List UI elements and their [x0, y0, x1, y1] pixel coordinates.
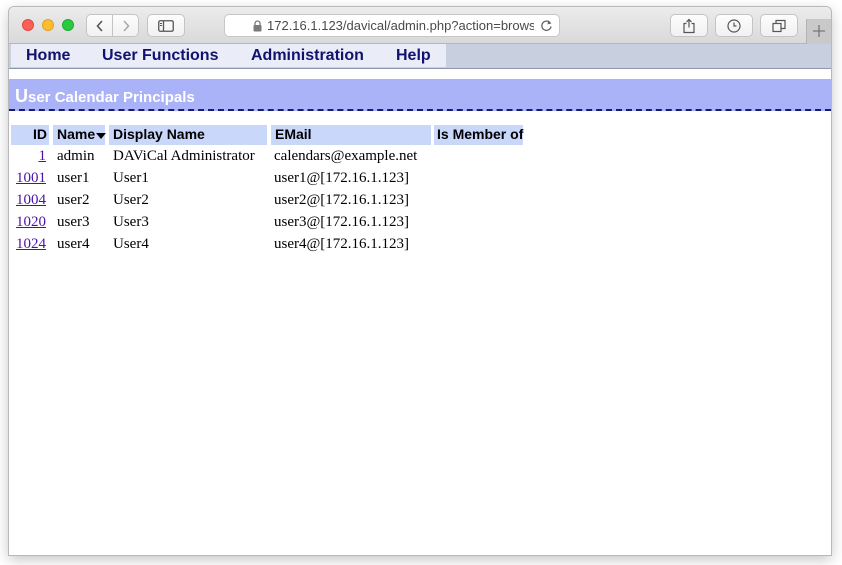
column-header-name-label: Name — [57, 126, 96, 142]
row-display-name-cell: User1 — [113, 170, 149, 186]
share-icon — [683, 18, 695, 33]
row-name-cell: user3 — [57, 214, 90, 230]
browser-toolbar: 172.16.1.123/davical/admin.php?action=br… — [9, 7, 831, 44]
menu-background — [11, 44, 446, 67]
history-button[interactable] — [715, 14, 753, 37]
zoom-window-button[interactable] — [62, 19, 74, 31]
column-header-id[interactable]: ID — [11, 125, 49, 145]
row-email-cell: calendars@example.net — [274, 148, 418, 164]
menu-home[interactable]: Home — [26, 47, 70, 65]
address-bar[interactable]: 172.16.1.123/davical/admin.php?action=br… — [224, 14, 560, 37]
page-title: User Calendar Principals — [15, 86, 195, 107]
close-window-button[interactable] — [22, 19, 34, 31]
history-navigation — [86, 14, 139, 37]
row-display-name-cell: User2 — [113, 192, 149, 208]
menu-help[interactable]: Help — [396, 47, 431, 65]
principal-id-link[interactable]: 1024 — [16, 236, 46, 252]
row-email-cell: user1@[172.16.1.123] — [274, 170, 410, 186]
row-name-cell: user4 — [57, 236, 90, 252]
tabs-overview-button[interactable] — [760, 14, 798, 37]
sort-descending-icon — [96, 133, 107, 139]
tabs-icon — [772, 19, 786, 32]
sidebar-icon — [158, 19, 174, 32]
menu-user-functions[interactable]: User Functions — [102, 47, 218, 65]
row-name-cell: user1 — [57, 170, 90, 186]
row-email-cell: user3@[172.16.1.123] — [274, 214, 410, 230]
page-header: User Calendar Principals — [9, 79, 831, 111]
row-id-cell: 1024 — [10, 236, 46, 253]
back-button[interactable] — [86, 14, 113, 37]
row-id-cell: 1004 — [10, 192, 46, 209]
clock-icon — [727, 18, 741, 33]
principal-id-link[interactable]: 1020 — [16, 214, 46, 230]
new-tab-button[interactable] — [806, 19, 831, 44]
row-email-cell: user4@[172.16.1.123] — [274, 236, 410, 252]
row-id-cell: 1 — [10, 148, 47, 165]
chevron-left-icon — [95, 19, 103, 32]
row-id-cell: 1001 — [10, 170, 46, 187]
page-title-rest: ser Calendar Principals — [28, 89, 195, 106]
sidebar-button[interactable] — [147, 14, 185, 37]
plus-icon — [813, 25, 825, 37]
column-header-email[interactable]: EMail — [271, 125, 431, 145]
row-email-cell: user2@[172.16.1.123] — [274, 192, 410, 208]
row-name-cell: user2 — [57, 192, 90, 208]
row-display-name-cell: DAViCal Administrator — [113, 148, 255, 164]
row-id-cell: 1020 — [10, 214, 46, 231]
lock-icon — [253, 20, 262, 32]
reload-icon[interactable] — [540, 19, 553, 32]
row-name-cell: admin — [57, 148, 95, 164]
column-header-display-name[interactable]: Display Name — [109, 125, 267, 145]
minimize-window-button[interactable] — [42, 19, 54, 31]
browser-window: 172.16.1.123/davical/admin.php?action=br… — [9, 7, 831, 555]
url-text: 172.16.1.123/davical/admin.php?action=br… — [267, 18, 534, 33]
page-title-initial: U — [15, 86, 28, 106]
menu-administration[interactable]: Administration — [251, 47, 364, 65]
principal-id-link[interactable]: 1 — [39, 148, 47, 164]
column-header-name[interactable]: Name — [53, 125, 107, 145]
top-menu-bar: Home User Functions Administration Help — [9, 44, 831, 69]
row-display-name-cell: User3 — [113, 214, 149, 230]
principal-id-link[interactable]: 1004 — [16, 192, 46, 208]
row-display-name-cell: User4 — [113, 236, 149, 252]
forward-button[interactable] — [112, 14, 139, 37]
chevron-right-icon — [122, 19, 130, 32]
principal-id-link[interactable]: 1001 — [16, 170, 46, 186]
column-header-member-of[interactable]: Is Member of — [434, 125, 523, 145]
share-button[interactable] — [670, 14, 708, 37]
